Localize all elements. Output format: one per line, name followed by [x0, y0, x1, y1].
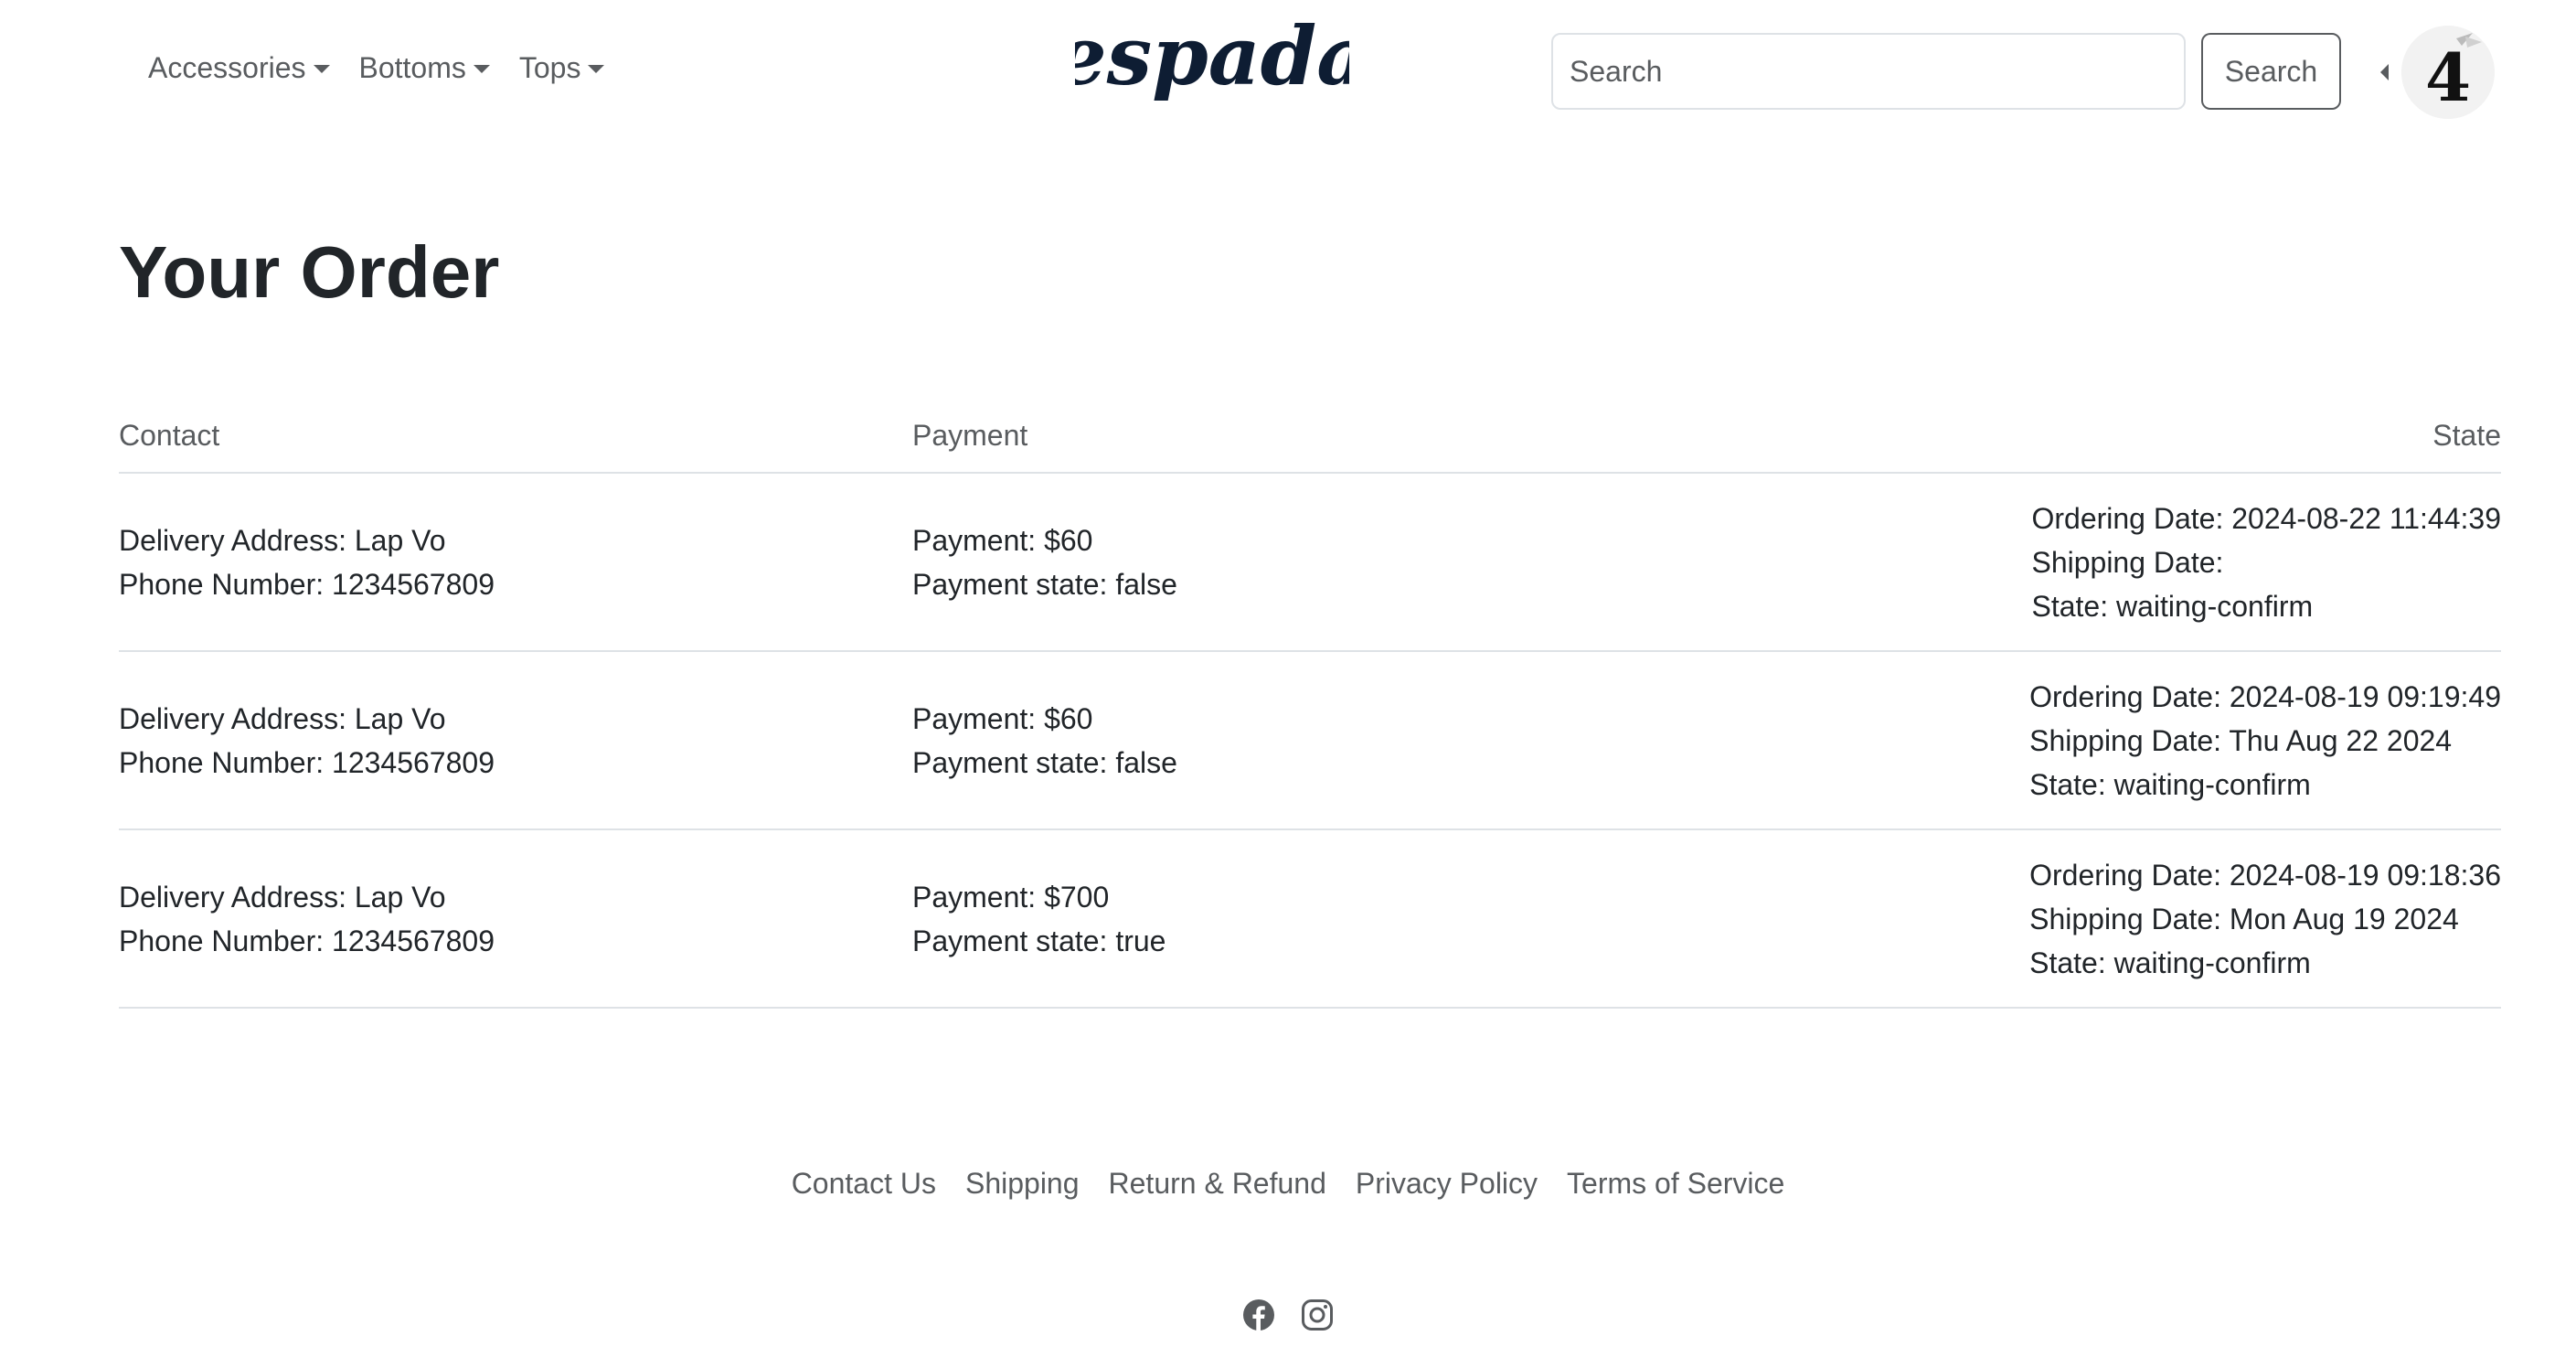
table-header: Contact Payment State [119, 402, 2501, 474]
state-cell: Ordering Date: 2024-08-19 09:19:49 Shipp… [1706, 675, 2501, 807]
search-input[interactable] [1551, 33, 2186, 110]
order-state: State: waiting-confirm [2031, 589, 2314, 623]
facebook-icon[interactable] [1242, 1299, 1275, 1331]
payment-cell: Payment: $700 Payment state: true [912, 875, 1706, 963]
caret-down-icon [313, 65, 330, 73]
delivery-address: Delivery Address: Lap Vo [119, 701, 446, 735]
instagram-icon[interactable] [1301, 1299, 1334, 1331]
payment-state: Payment state: false [912, 745, 1177, 779]
account-dropdown[interactable]: 4 [2380, 26, 2495, 119]
state-lines: Ordering Date: 2024-08-22 11:44:39 Shipp… [2031, 497, 2501, 628]
footer-links: Contact Us Shipping Return & Refund Priv… [0, 1167, 2576, 1201]
contact-cell: Delivery Address: Lap Vo Phone Number: 1… [119, 697, 912, 785]
column-header-contact: Contact [119, 419, 220, 452]
shipping-date: Shipping Date: Mon Aug 19 2024 [2029, 902, 2459, 935]
nav-dropdown-bottoms[interactable]: Bottoms [359, 51, 490, 85]
social-links [0, 1299, 2576, 1331]
footer-link-privacy-policy[interactable]: Privacy Policy [1356, 1167, 1538, 1201]
phone-number: Phone Number: 1234567809 [119, 924, 495, 957]
payment-amount: Payment: $60 [912, 701, 1093, 735]
footer-link-contact-us[interactable]: Contact Us [792, 1167, 936, 1201]
state-cell: Ordering Date: 2024-08-19 09:18:36 Shipp… [1706, 853, 2501, 985]
caret-left-icon [2380, 64, 2389, 80]
state-lines: Ordering Date: 2024-08-19 09:18:36 Shipp… [2029, 853, 2501, 985]
contact-cell: Delivery Address: Lap Vo Phone Number: 1… [119, 518, 912, 606]
footer-link-terms-of-service[interactable]: Terms of Service [1567, 1167, 1784, 1201]
column-header-state: State [1706, 402, 2501, 472]
order-state: State: waiting-confirm [2029, 767, 2311, 801]
contact-cell: Delivery Address: Lap Vo Phone Number: 1… [119, 875, 912, 963]
avatar-image: 4 [2401, 26, 2495, 119]
ordering-date: Ordering Date: 2024-08-19 09:18:36 [2029, 858, 2501, 892]
navbar: Accessories Bottoms Tops espada Search 4 [0, 0, 2576, 146]
phone-number: Phone Number: 1234567809 [119, 567, 495, 601]
payment-amount: Payment: $60 [912, 523, 1093, 557]
shipping-date: Shipping Date: [2031, 545, 2224, 579]
nav-dropdown-tops[interactable]: Tops [519, 51, 605, 85]
table-row: Delivery Address: Lap Vo Phone Number: 1… [119, 474, 2501, 652]
orders-table: Contact Payment State Delivery Address: … [119, 402, 2501, 1009]
nav-dropdown-accessories[interactable]: Accessories [148, 51, 330, 85]
page-title: Your Order [119, 231, 500, 313]
payment-state: Payment state: true [912, 924, 1166, 957]
table-row: Delivery Address: Lap Vo Phone Number: 1… [119, 830, 2501, 1009]
ordering-date: Ordering Date: 2024-08-22 11:44:39 [2031, 501, 2501, 535]
brand-logo[interactable]: espada [1075, 11, 1349, 119]
payment-cell: Payment: $60 Payment state: false [912, 518, 1706, 606]
search-button[interactable]: Search [2201, 33, 2341, 110]
delivery-address: Delivery Address: Lap Vo [119, 880, 446, 914]
ordering-date: Ordering Date: 2024-08-19 09:19:49 [2029, 679, 2501, 713]
footer-link-return-refund[interactable]: Return & Refund [1109, 1167, 1326, 1201]
state-cell: Ordering Date: 2024-08-22 11:44:39 Shipp… [1706, 497, 2501, 628]
avatar: 4 [2401, 26, 2495, 119]
column-header-state-label: State [2432, 419, 2501, 452]
payment-cell: Payment: $60 Payment state: false [912, 697, 1706, 785]
payment-state: Payment state: false [912, 567, 1177, 601]
shipping-date: Shipping Date: Thu Aug 22 2024 [2029, 723, 2453, 757]
brand-logo-text: espada [1075, 11, 1349, 103]
caret-down-icon [473, 65, 490, 73]
caret-down-icon [588, 65, 605, 73]
category-menu: Accessories Bottoms Tops [148, 51, 633, 85]
nav-dropdown-label: Tops [518, 51, 581, 84]
state-lines: Ordering Date: 2024-08-19 09:19:49 Shipp… [2029, 675, 2501, 807]
nav-dropdown-label: Accessories [148, 51, 306, 84]
phone-number: Phone Number: 1234567809 [119, 745, 495, 779]
delivery-address: Delivery Address: Lap Vo [119, 523, 446, 557]
order-state: State: waiting-confirm [2029, 946, 2311, 979]
avatar-glyph: 4 [2425, 38, 2471, 116]
column-header-payment: Payment [912, 419, 1028, 452]
nav-dropdown-label: Bottoms [358, 51, 466, 84]
table-row: Delivery Address: Lap Vo Phone Number: 1… [119, 652, 2501, 830]
footer-link-shipping[interactable]: Shipping [965, 1167, 1080, 1201]
payment-amount: Payment: $700 [912, 880, 1110, 914]
